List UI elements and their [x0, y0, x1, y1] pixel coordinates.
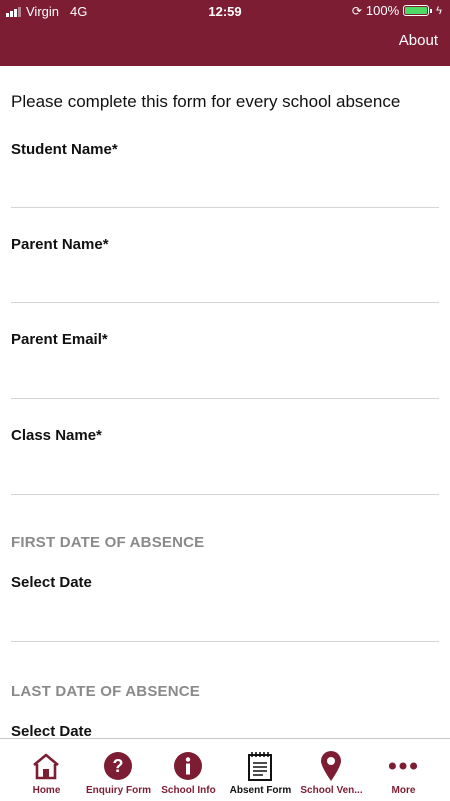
- charging-icon: ϟ: [436, 4, 442, 17]
- tab-bar: Home ? Enquiry Form School Info Absent F…: [0, 738, 450, 801]
- first-date-select[interactable]: Select Date: [11, 574, 92, 591]
- question-icon: ?: [103, 751, 133, 781]
- parent-email-label: Parent Email*: [11, 331, 108, 348]
- student-name-label: Student Name*: [11, 141, 118, 158]
- form-intro: Please complete this form for every scho…: [11, 92, 401, 111]
- absence-form: Please complete this form for every scho…: [0, 66, 450, 738]
- notepad-icon: [245, 751, 275, 781]
- info-icon: [173, 751, 203, 781]
- tab-home-label: Home: [32, 785, 61, 796]
- battery-icon: [403, 5, 433, 16]
- tab-enquiry-form[interactable]: ? Enquiry Form: [81, 739, 156, 801]
- home-icon: [31, 751, 61, 781]
- tab-home[interactable]: Home: [9, 739, 84, 801]
- battery-percent: 100%: [365, 3, 400, 18]
- tab-school-venue[interactable]: School Ven...: [294, 739, 369, 801]
- class-name-label: Class Name*: [11, 427, 102, 444]
- divider: [11, 641, 439, 642]
- svg-text:?: ?: [113, 756, 124, 776]
- more-icon: [388, 751, 418, 781]
- class-name-input[interactable]: [11, 452, 439, 492]
- tab-school-venue-label: School Ven...: [300, 785, 363, 796]
- student-name-input[interactable]: [11, 166, 439, 206]
- parent-name-label: Parent Name*: [11, 236, 109, 253]
- parent-email-input[interactable]: [11, 356, 439, 396]
- first-date-section-title: FIRST DATE OF ABSENCE: [11, 534, 205, 551]
- tab-more-label: More: [391, 785, 416, 796]
- status-bar: Virgin 4G 12:59 ⟳ 100% ϟ: [0, 0, 450, 22]
- location-pin-icon: [316, 751, 346, 781]
- tab-more[interactable]: More: [366, 739, 441, 801]
- tab-school-info[interactable]: School Info: [151, 739, 226, 801]
- rotation-lock-icon: ⟳: [351, 3, 362, 18]
- divider: [11, 302, 439, 303]
- about-button[interactable]: About: [399, 32, 438, 49]
- parent-name-input[interactable]: [11, 261, 439, 301]
- divider: [11, 398, 439, 399]
- last-date-select[interactable]: Select Date: [11, 723, 92, 738]
- app-header: Virgin 4G 12:59 ⟳ 100% ϟ About: [0, 0, 450, 66]
- tab-school-info-label: School Info: [161, 785, 216, 796]
- divider: [11, 207, 439, 208]
- tab-absent-form[interactable]: Absent Form: [223, 739, 298, 801]
- last-date-section-title: LAST DATE OF ABSENCE: [11, 683, 201, 700]
- divider: [11, 494, 439, 495]
